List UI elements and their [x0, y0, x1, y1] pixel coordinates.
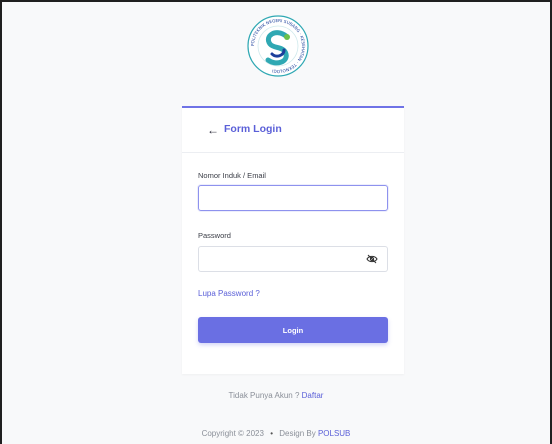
register-link[interactable]: Daftar [302, 391, 324, 400]
register-prompt: Tidak Punya Akun ? Daftar [0, 391, 552, 400]
design-link[interactable]: POLSUB [318, 429, 350, 438]
copyright-text: Copyright © 2023 [201, 429, 264, 438]
username-input[interactable] [198, 185, 388, 211]
eye-off-icon [365, 254, 378, 264]
forgot-password-link[interactable]: Lupa Password ? [198, 289, 260, 298]
form-title: Form Login [224, 123, 282, 135]
register-text: Tidak Punya Akun ? [228, 391, 300, 400]
arrow-left-icon[interactable]: ← [207, 124, 219, 136]
password-input[interactable] [198, 246, 357, 272]
login-card: ← Form Login Nomor Induk / Email Passwor… [182, 106, 404, 374]
login-button[interactable]: Login [198, 317, 388, 343]
card-header: ← Form Login [182, 108, 404, 153]
toggle-password-button[interactable] [356, 246, 388, 272]
copyright: Copyright © 2023 • Design By POLSUB [0, 429, 552, 438]
design-text: Design By [279, 429, 316, 438]
institution-logo: POLITEKNIK NEGERI SUBANG · KESEHATAN · T… [246, 14, 310, 78]
username-label: Nomor Induk / Email [198, 171, 266, 180]
password-label: Password [198, 231, 231, 240]
separator-dot: • [270, 429, 273, 438]
